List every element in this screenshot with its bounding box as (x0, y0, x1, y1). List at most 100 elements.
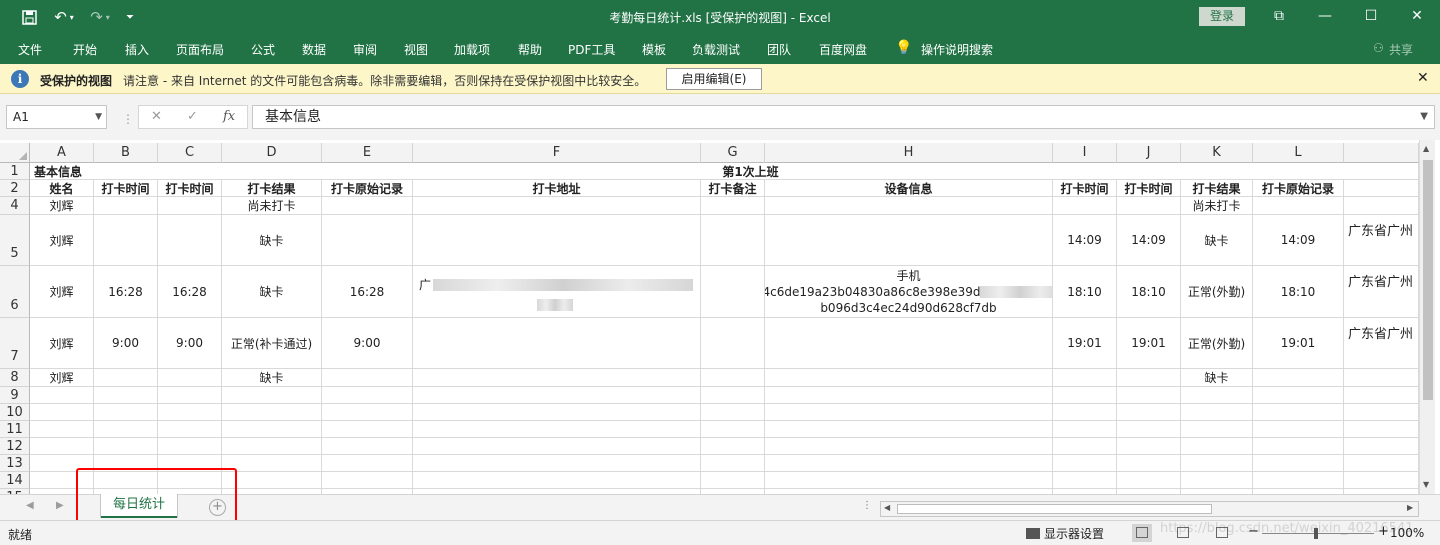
cell-m12[interactable] (1344, 438, 1419, 455)
cell-h14[interactable] (765, 472, 1053, 489)
cell-j2[interactable]: 打卡时间 (1117, 180, 1181, 197)
close-button[interactable]: ✕ (1402, 5, 1432, 27)
cell-c9[interactable] (158, 387, 222, 404)
cell-j6[interactable]: 18:10 (1117, 266, 1181, 318)
cell-m8[interactable] (1344, 369, 1419, 387)
cell-l11[interactable] (1253, 421, 1344, 438)
page-layout-view-button[interactable] (1173, 524, 1193, 542)
cell-d12[interactable] (222, 438, 322, 455)
tab-baidu-netdisk[interactable]: 百度网盘 (819, 41, 867, 58)
cell-h8[interactable] (765, 369, 1053, 387)
cell-l6[interactable]: 18:10 (1253, 266, 1344, 318)
cell-k2[interactable]: 打卡结果 (1181, 180, 1253, 197)
column-header-h[interactable]: H (765, 143, 1053, 163)
login-button[interactable]: 登录 (1199, 7, 1245, 26)
cell-g10[interactable] (701, 404, 765, 421)
cell-a8[interactable]: 刘辉 (30, 369, 94, 387)
scroll-right-arrow[interactable]: ▶ (1407, 503, 1413, 512)
row-header-14[interactable]: 14 (0, 472, 30, 489)
tab-split-handle[interactable]: ⋮ (862, 500, 872, 511)
cell-b8[interactable] (94, 369, 158, 387)
cell-h12[interactable] (765, 438, 1053, 455)
cell-l14[interactable] (1253, 472, 1344, 489)
minimize-button[interactable]: — (1310, 5, 1340, 27)
cell-a9[interactable] (30, 387, 94, 404)
cell-a10[interactable] (30, 404, 94, 421)
cell-a4[interactable]: 刘辉 (30, 197, 94, 215)
cell-l10[interactable] (1253, 404, 1344, 421)
row-header-4[interactable]: 4 (0, 197, 30, 215)
close-icon[interactable]: ✕ (1417, 70, 1429, 86)
zoom-slider[interactable] (1262, 528, 1374, 539)
cell-e8[interactable] (322, 369, 413, 387)
cell-a6[interactable]: 刘辉 (30, 266, 94, 318)
insert-function-icon[interactable]: fx (223, 109, 235, 124)
column-header-m[interactable] (1344, 143, 1419, 163)
cell-e5[interactable] (322, 215, 413, 266)
cell-c8[interactable] (158, 369, 222, 387)
cell-k6[interactable]: 正常(外勤) (1181, 266, 1253, 318)
share-button[interactable]: 共享 (1389, 41, 1413, 58)
cell-k9[interactable] (1181, 387, 1253, 404)
tab-pdf-tools[interactable]: PDF工具 (568, 41, 615, 58)
cell-f9[interactable] (413, 387, 701, 404)
horizontal-scrollbar[interactable]: ◀ ▶ (880, 501, 1419, 517)
cell-j10[interactable] (1117, 404, 1181, 421)
tab-team[interactable]: 团队 (767, 41, 791, 58)
cell-i6[interactable]: 18:10 (1053, 266, 1117, 318)
row-header-7[interactable]: 7 (0, 318, 30, 369)
scroll-left-arrow[interactable]: ◀ (884, 503, 890, 512)
cell-e12[interactable] (322, 438, 413, 455)
cell-a12[interactable] (30, 438, 94, 455)
name-box[interactable]: A1 ▼ (6, 105, 107, 129)
tab-load-test[interactable]: 负载测试 (692, 41, 740, 58)
cell-i7[interactable]: 19:01 (1053, 318, 1117, 369)
cell-k10[interactable] (1181, 404, 1253, 421)
cell-m9[interactable] (1344, 387, 1419, 404)
splitter-handle[interactable]: ⋮ (122, 112, 134, 126)
cell-d9[interactable] (222, 387, 322, 404)
cell-d11[interactable] (222, 421, 322, 438)
cell-g14[interactable] (701, 472, 765, 489)
row-header-10[interactable]: 10 (0, 404, 30, 421)
cell-l4[interactable] (1253, 197, 1344, 215)
tab-templates[interactable]: 模板 (642, 41, 666, 58)
cell-a11[interactable] (30, 421, 94, 438)
cancel-icon[interactable]: ✕ (151, 109, 162, 124)
vertical-scroll-thumb[interactable] (1423, 160, 1433, 400)
row-header-1[interactable]: 1 (0, 163, 30, 180)
cell-e6[interactable]: 16:28 (322, 266, 413, 318)
enter-icon[interactable]: ✓ (187, 109, 198, 124)
cell-h10[interactable] (765, 404, 1053, 421)
cell-l2[interactable]: 打卡原始记录 (1253, 180, 1344, 197)
cell-e13[interactable] (322, 455, 413, 472)
cell-j4[interactable] (1117, 197, 1181, 215)
column-header-d[interactable]: D (222, 143, 322, 163)
tab-review[interactable]: 审阅 (353, 41, 377, 58)
cell-l5[interactable]: 14:09 (1253, 215, 1344, 266)
cell-f11[interactable] (413, 421, 701, 438)
cell-j12[interactable] (1117, 438, 1181, 455)
cell-g13[interactable] (701, 455, 765, 472)
cell-h6[interactable]: 手机 _4c6de19a23b04830a86c8e398e39d b096d3… (765, 266, 1053, 318)
cell-k5[interactable]: 缺卡 (1181, 215, 1253, 266)
cell-c4[interactable] (158, 197, 222, 215)
cell-m2[interactable] (1344, 180, 1419, 197)
cell-f10[interactable] (413, 404, 701, 421)
cell-g5[interactable] (701, 215, 765, 266)
cell-g9[interactable] (701, 387, 765, 404)
cell-g7[interactable] (701, 318, 765, 369)
cell-b6[interactable]: 16:28 (94, 266, 158, 318)
display-settings-button[interactable]: 显示器设置 (1026, 525, 1104, 542)
cell-c5[interactable] (158, 215, 222, 266)
cell-i4[interactable] (1053, 197, 1117, 215)
cell-f5[interactable] (413, 215, 701, 266)
cell-b7[interactable]: 9:00 (94, 318, 158, 369)
cell-m14[interactable] (1344, 472, 1419, 489)
cell-j11[interactable] (1117, 421, 1181, 438)
tab-formulas[interactable]: 公式 (251, 41, 275, 58)
cell-l13[interactable] (1253, 455, 1344, 472)
cell-c12[interactable] (158, 438, 222, 455)
cell-e11[interactable] (322, 421, 413, 438)
cell-e9[interactable] (322, 387, 413, 404)
